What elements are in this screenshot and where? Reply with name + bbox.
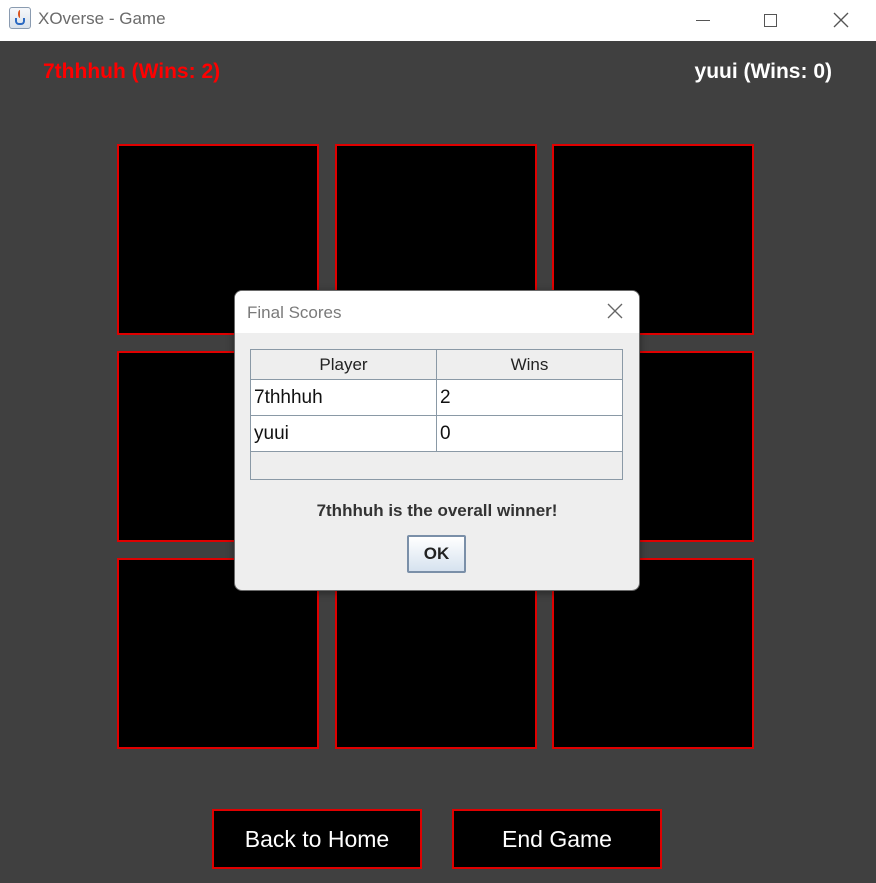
maximize-button[interactable]: [747, 0, 793, 40]
maximize-icon: [763, 13, 777, 27]
java-cup-icon: [9, 7, 31, 29]
back-to-home-button[interactable]: Back to Home: [212, 809, 422, 869]
minimize-button[interactable]: [680, 0, 726, 40]
dialog-title: Final Scores: [247, 303, 342, 322]
scores-table: Player Wins 7thhhuh 2 yuui 0: [250, 349, 623, 480]
final-scores-dialog: Final Scores Player Wins 7thhhuh 2 yuui …: [234, 290, 640, 591]
close-icon: [833, 12, 849, 28]
close-icon: [607, 303, 623, 319]
cell-player[interactable]: 7thhhuh: [251, 380, 437, 415]
winner-message: 7thhhuh is the overall winner!: [316, 501, 558, 520]
ok-button[interactable]: OK: [407, 535, 466, 573]
end-game-button[interactable]: End Game: [452, 809, 662, 869]
window-titlebar: XOverse - Game: [0, 0, 876, 41]
cell-player[interactable]: yuui: [251, 416, 437, 451]
dialog-titlebar: Final Scores: [235, 291, 639, 333]
dialog-close-button[interactable]: [601, 297, 629, 325]
column-header-wins[interactable]: Wins: [437, 350, 622, 380]
column-header-player[interactable]: Player: [251, 350, 437, 380]
minimize-icon: [696, 19, 710, 21]
table-header: Player Wins: [251, 350, 622, 380]
player1-score-label: 7thhhuh (Wins: 2): [43, 60, 221, 83]
cell-wins[interactable]: 2: [437, 380, 622, 415]
table-row[interactable]: yuui 0: [251, 416, 622, 452]
close-window-button[interactable]: [818, 0, 864, 40]
player2-score-label: yuui (Wins: 0): [694, 60, 832, 83]
cell-wins[interactable]: 0: [437, 416, 622, 451]
table-row[interactable]: 7thhhuh 2: [251, 380, 622, 416]
window-title: XOverse - Game: [38, 9, 166, 28]
